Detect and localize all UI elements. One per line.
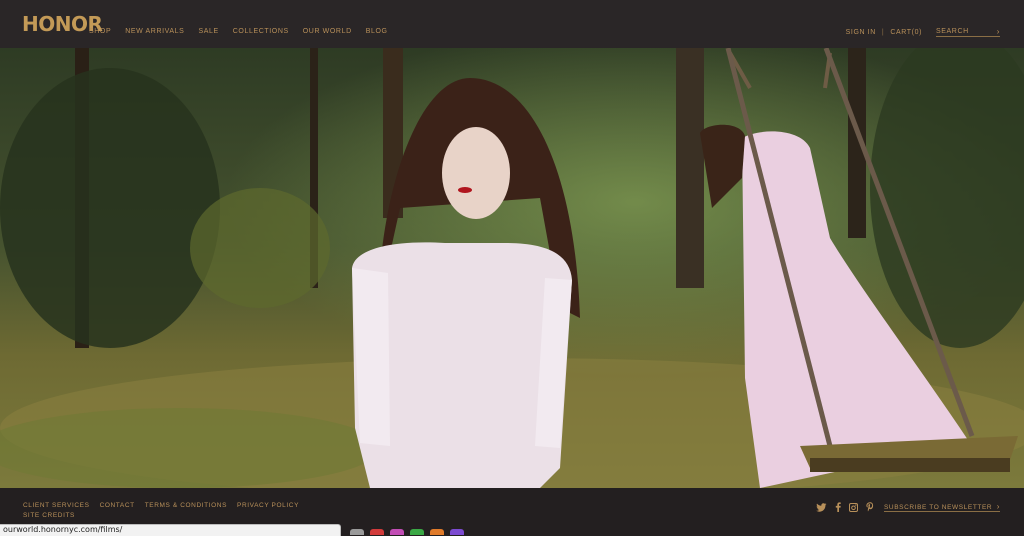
utility-nav: SIGN IN | CART(0) SEARCH › — [846, 27, 1000, 37]
status-url: ourworld.honornyc.com/films/ — [3, 525, 123, 534]
client-services-link[interactable]: CLIENT SERVICES — [23, 502, 90, 509]
dock-icon[interactable] — [410, 529, 424, 535]
nav-our-world[interactable]: OUR WORLD — [303, 28, 352, 35]
dock-icon[interactable] — [370, 529, 384, 535]
nav-blog[interactable]: BLOG — [366, 28, 388, 35]
terms-link[interactable]: TERMS & CONDITIONS — [145, 502, 227, 509]
cart-link[interactable]: CART(0) — [890, 29, 922, 36]
search-chevron-icon[interactable]: › — [997, 27, 1000, 36]
browser-status-bar: ourworld.honornyc.com/films/ — [0, 524, 341, 536]
facebook-icon[interactable] — [835, 502, 841, 514]
hero-photo — [0, 48, 1024, 488]
social-links — [816, 502, 874, 514]
utility-separator: | — [881, 29, 885, 36]
search-placeholder: SEARCH — [936, 28, 969, 35]
contact-link[interactable]: CONTACT — [100, 502, 135, 509]
footer-links: CLIENT SERVICES CONTACT TERMS & CONDITIO… — [23, 502, 299, 509]
dock-icon[interactable] — [450, 529, 464, 535]
dock-icon[interactable] — [430, 529, 444, 535]
nav-new-arrivals[interactable]: NEW ARRIVALS — [125, 28, 184, 35]
newsletter-chevron-icon[interactable]: › — [997, 502, 1000, 511]
nav-collections[interactable]: COLLECTIONS — [233, 28, 289, 35]
twitter-icon[interactable] — [816, 502, 827, 514]
pinterest-icon[interactable] — [866, 502, 874, 514]
nav-sale[interactable]: SALE — [198, 28, 218, 35]
privacy-policy-link[interactable]: PRIVACY POLICY — [237, 502, 299, 509]
site-header: HONOR SHOP NEW ARRIVALS SALE COLLECTIONS… — [0, 0, 1024, 48]
instagram-icon[interactable] — [849, 502, 858, 514]
newsletter-label: SUBSCRIBE TO NEWSLETTER — [884, 504, 993, 511]
search-input[interactable]: SEARCH › — [936, 27, 1000, 37]
hero-image[interactable] — [0, 48, 1024, 488]
dock-icon[interactable] — [350, 529, 364, 535]
main-nav: SHOP NEW ARRIVALS SALE COLLECTIONS OUR W… — [89, 28, 388, 35]
nav-shop[interactable]: SHOP — [89, 28, 111, 35]
dock-icons-partial — [350, 529, 464, 535]
dock-icon[interactable] — [390, 529, 404, 535]
newsletter-signup[interactable]: SUBSCRIBE TO NEWSLETTER › — [884, 502, 1000, 512]
sign-in-link[interactable]: SIGN IN — [846, 29, 876, 36]
site-credits-link[interactable]: SITE CREDITS — [23, 512, 75, 519]
